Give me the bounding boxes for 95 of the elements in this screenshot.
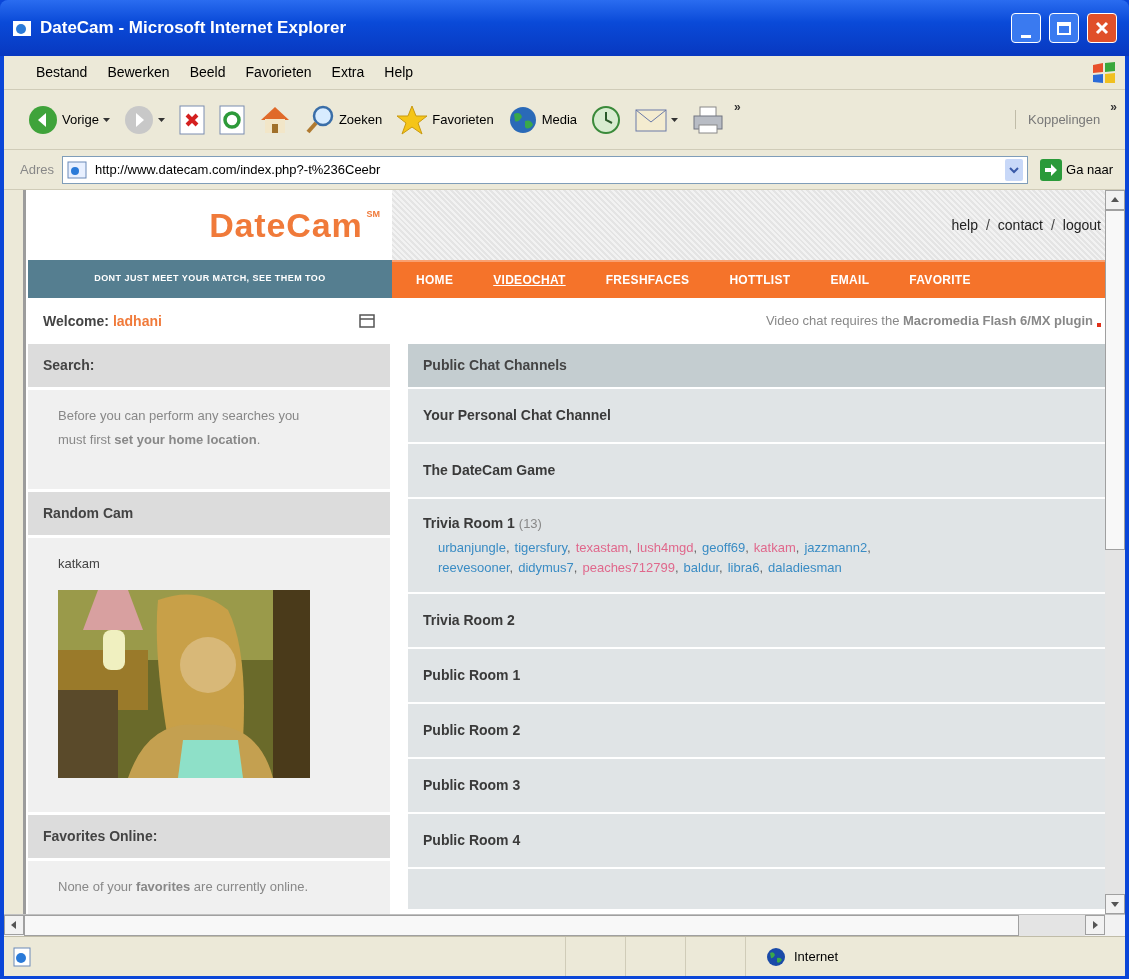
forward-icon xyxy=(123,104,154,135)
zone-label: Internet xyxy=(794,947,839,966)
room-name[interactable]: Public Room 1 xyxy=(423,665,521,686)
minimize-button[interactable] xyxy=(1011,13,1041,43)
header-link[interactable]: contact xyxy=(997,214,1043,236)
favorites-button[interactable]: Favorieten xyxy=(392,98,498,141)
comma: , xyxy=(719,560,723,575)
go-button[interactable]: Ga naar xyxy=(1036,158,1117,181)
back-icon xyxy=(28,104,58,135)
stop-icon xyxy=(178,104,205,135)
search-icon xyxy=(304,104,335,135)
room-name[interactable]: Trivia Room 1 xyxy=(423,513,515,534)
room-name[interactable]: Public Room 4 xyxy=(423,830,521,851)
menu-item[interactable]: Bestand xyxy=(28,62,96,83)
menu-item[interactable]: Extra xyxy=(323,62,373,83)
section-header: Random Cam xyxy=(28,492,390,535)
caret-icon xyxy=(671,117,679,122)
comma: , xyxy=(675,560,679,575)
section-header: Favorites Online: xyxy=(28,814,390,858)
alert-mark-icon xyxy=(1097,323,1101,327)
maximize-button[interactable] xyxy=(1049,13,1079,43)
vertical-scrollbar[interactable] xyxy=(1105,190,1125,914)
menu-item[interactable]: Bewerken xyxy=(99,62,178,83)
back-button[interactable]: Vorige xyxy=(24,98,114,141)
refresh-icon xyxy=(218,104,245,135)
room-row[interactable]: Your Personal Chat Channel xyxy=(408,389,1105,442)
room-count: (13) xyxy=(518,515,542,533)
close-button[interactable] xyxy=(1087,13,1117,43)
room-name[interactable]: Public Room 2 xyxy=(423,720,521,741)
welcome-label: Welcome: xyxy=(43,311,109,331)
scroll-left-button[interactable] xyxy=(4,915,24,935)
section-text: Before you can perform any searches you must first set your home location. xyxy=(58,408,300,447)
cam-username[interactable]: katkam xyxy=(58,554,390,574)
links-label[interactable]: Koppelingen xyxy=(1015,109,1101,130)
room-row[interactable]: Trivia Room 2 xyxy=(408,594,1105,647)
menu-item[interactable]: Favorieten xyxy=(237,62,320,83)
dropdown-icon[interactable] xyxy=(1005,158,1023,181)
caret-icon xyxy=(157,117,165,122)
search-button[interactable]: Zoeken xyxy=(300,98,387,141)
room-row[interactable]: The DateCam Game xyxy=(408,444,1105,497)
toolbar-overflow[interactable]: » xyxy=(734,98,741,116)
header-link[interactable]: help xyxy=(951,214,978,236)
globe-icon xyxy=(507,104,538,135)
section-text: None of your favorites are currently online. xyxy=(58,878,309,894)
comma: , xyxy=(693,540,698,555)
comma: , xyxy=(867,540,871,555)
star-icon xyxy=(396,104,429,135)
section-header: Search: xyxy=(28,344,390,387)
clock-icon xyxy=(591,104,622,135)
mail-icon[interactable] xyxy=(359,314,375,328)
comma: , xyxy=(567,540,571,555)
menu-item[interactable]: Help xyxy=(376,62,422,83)
scroll-right-button[interactable] xyxy=(1085,915,1105,935)
browser-icon xyxy=(12,18,32,38)
page-icon xyxy=(66,160,87,179)
link-separator: / xyxy=(1050,215,1055,235)
comma: , xyxy=(745,540,749,555)
page-status-icon xyxy=(12,946,32,967)
horizontal-scroll-thumb[interactable] xyxy=(24,915,1019,936)
globe-icon xyxy=(766,946,786,967)
plugin-notice: Video chat requires the Macromedia Flash 6/MX plugin xyxy=(765,312,1093,331)
scroll-up-button[interactable] xyxy=(1105,190,1125,210)
comma: , xyxy=(628,540,633,555)
scroll-thumb[interactable] xyxy=(1105,210,1125,550)
room-name[interactable]: The DateCam Game xyxy=(423,460,556,481)
comma: , xyxy=(509,560,514,575)
room-name[interactable]: Trivia Room 2 xyxy=(423,610,515,631)
room-row[interactable]: Trivia Room 1 (13) urbanjungle, tigersfury, texastam, lush4mgd, geoff69, katkam, jazzmann2, reevesooner, didymus7, peaches712799, baldur, libra6, daladiesman xyxy=(408,499,1105,592)
room-row[interactable]: Public Room 2 xyxy=(408,704,1105,757)
room-name[interactable]: Your Personal Chat Channel xyxy=(423,405,611,426)
comma: , xyxy=(505,540,510,555)
scroll-down-button[interactable] xyxy=(1105,894,1125,914)
windows-logo-icon xyxy=(1091,60,1117,85)
room-name[interactable]: Public Room 3 xyxy=(423,775,521,796)
caret-icon xyxy=(102,117,110,122)
links-overflow[interactable]: » xyxy=(1110,98,1117,116)
envelope-icon xyxy=(635,106,668,133)
room-row[interactable]: Public Room 4 xyxy=(408,814,1105,867)
comma: , xyxy=(573,560,578,575)
header-link[interactable]: logout xyxy=(1062,214,1101,236)
room-row[interactable]: Public Room 3 xyxy=(408,759,1105,812)
printer-icon xyxy=(692,104,725,135)
media-button[interactable]: Media xyxy=(503,98,582,141)
address-field[interactable]: http://www.datecam.com/index.php?-t%236Ceebr xyxy=(61,155,1028,184)
comma: , xyxy=(759,560,764,575)
menu-item[interactable]: Beeld xyxy=(181,62,234,83)
tagline-bar: DONT JUST MEET YOUR MATCH, SEE THEM TOO xyxy=(28,260,392,298)
service-mark: SM xyxy=(366,208,380,221)
link-separator: / xyxy=(985,215,990,235)
close-icon xyxy=(1095,21,1109,35)
channels-header: Public Chat Channels xyxy=(408,344,1105,387)
window-title: DateCam - Microsoft Internet Explorer xyxy=(40,17,347,40)
address-label: Adres xyxy=(20,160,54,179)
room-row[interactable]: Public Room 1 xyxy=(408,649,1105,702)
comma: , xyxy=(795,540,800,555)
